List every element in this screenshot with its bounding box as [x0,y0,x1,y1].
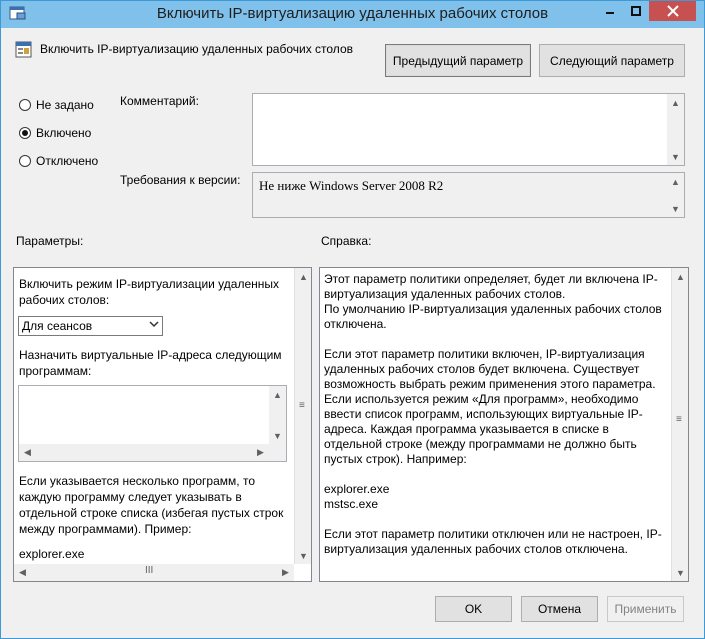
maximize-icon [631,6,641,16]
minimize-icon [606,12,614,14]
apply-button[interactable]: Применить [607,596,684,622]
scroll-up-icon[interactable]: ▲ [667,173,684,190]
parameters-panel: Включить режим IP-виртуализации удаленны… [13,267,312,582]
scroll-down-icon[interactable]: ▼ [269,427,286,444]
scroll-up-icon[interactable]: ▲ [672,268,689,285]
radio-button[interactable] [19,155,31,167]
cancel-button[interactable]: Отмена [521,596,598,622]
help-vscroll[interactable]: ▲ ≡ ▼ [671,268,688,581]
scroll-down-icon[interactable]: ▼ [667,148,684,165]
radio-not-configured[interactable]: Не задано [19,98,94,112]
radio-label: Не задано [36,98,94,112]
comment-scrollbar[interactable]: ▲ ▼ [667,94,684,165]
scroll-thumb-grip-icon[interactable]: ≡ [676,414,682,425]
programs-list[interactable]: ▲ ▼ ◀ ▶ [18,385,287,462]
scroll-left-icon[interactable]: ◀ [14,564,31,581]
scroll-up-icon[interactable]: ▲ [269,386,286,403]
scroll-thumb-grip-icon[interactable]: III [145,565,153,576]
programs-label: Назначить виртуальные IP-адреса следующи… [19,348,282,378]
maximize-button[interactable] [623,1,649,21]
programs-example: explorer.exe [19,547,85,561]
programs-note: Если указывается несколько программ, то … [19,474,284,536]
mode-label: Включить режим IP-виртуализации удаленны… [19,277,280,307]
parameters-vscroll[interactable]: ▲ ≡ ▼ [294,268,311,564]
chevron-down-icon [149,319,159,332]
radio-button[interactable] [19,127,31,139]
help-panel: Этот параметр политики определяет, будет… [319,267,689,582]
radio-enabled[interactable]: Включено [19,126,91,140]
title-bar[interactable]: Включить IP-виртуализацию удаленных рабо… [1,1,704,28]
mode-dropdown-value: Для сеансов [22,319,93,333]
previous-setting-button[interactable]: Предыдущий параметр [385,44,531,77]
parameters-hscroll[interactable]: ◀ III ▶ [14,564,294,581]
policy-dialog-window: Включить IP-виртуализацию удаленных рабо… [0,0,705,639]
close-button[interactable] [649,1,696,21]
radio-label: Отключено [36,154,99,168]
ok-button[interactable]: OK [435,596,512,622]
radio-label: Включено [36,126,92,140]
requirements-label: Требования к версии: [120,173,241,187]
requirements-scrollbar[interactable]: ▲ ▼ [667,173,684,217]
programs-vscroll[interactable]: ▲ ▼ [269,386,286,444]
requirements-value: Не ниже Windows Server 2008 R2 [259,178,444,193]
scroll-up-icon[interactable]: ▲ [295,268,312,285]
scroll-thumb-grip-icon[interactable]: ≡ [299,400,305,411]
mode-dropdown[interactable]: Для сеансов [18,316,163,336]
scroll-right-icon[interactable]: ▶ [277,564,294,581]
radio-disabled[interactable]: Отключено [19,154,98,168]
policy-heading: Включить IP-виртуализацию удаленных рабо… [40,42,353,56]
requirements-field: Не ниже Windows Server 2008 R2 ▲ ▼ [252,172,685,218]
scroll-down-icon[interactable]: ▼ [667,200,684,217]
help-text: Этот параметр политики определяет, будет… [324,272,662,556]
comment-label: Комментарий: [120,94,199,108]
scroll-right-icon[interactable]: ▶ [252,444,269,461]
scroll-left-icon[interactable]: ◀ [19,444,36,461]
parameters-label: Параметры: [16,234,84,248]
programs-hscroll[interactable]: ◀ ▶ [19,444,286,461]
close-icon [666,5,679,17]
next-setting-button[interactable]: Следующий параметр [539,44,685,77]
scroll-up-icon[interactable]: ▲ [667,94,684,111]
radio-button[interactable] [19,99,31,111]
scroll-down-icon[interactable]: ▼ [672,564,689,581]
help-label: Справка: [321,234,372,248]
scroll-down-icon[interactable]: ▼ [295,547,312,564]
policy-settings-icon [15,41,32,58]
comment-field[interactable]: ▲ ▼ [252,93,685,166]
minimize-button[interactable] [597,1,623,21]
